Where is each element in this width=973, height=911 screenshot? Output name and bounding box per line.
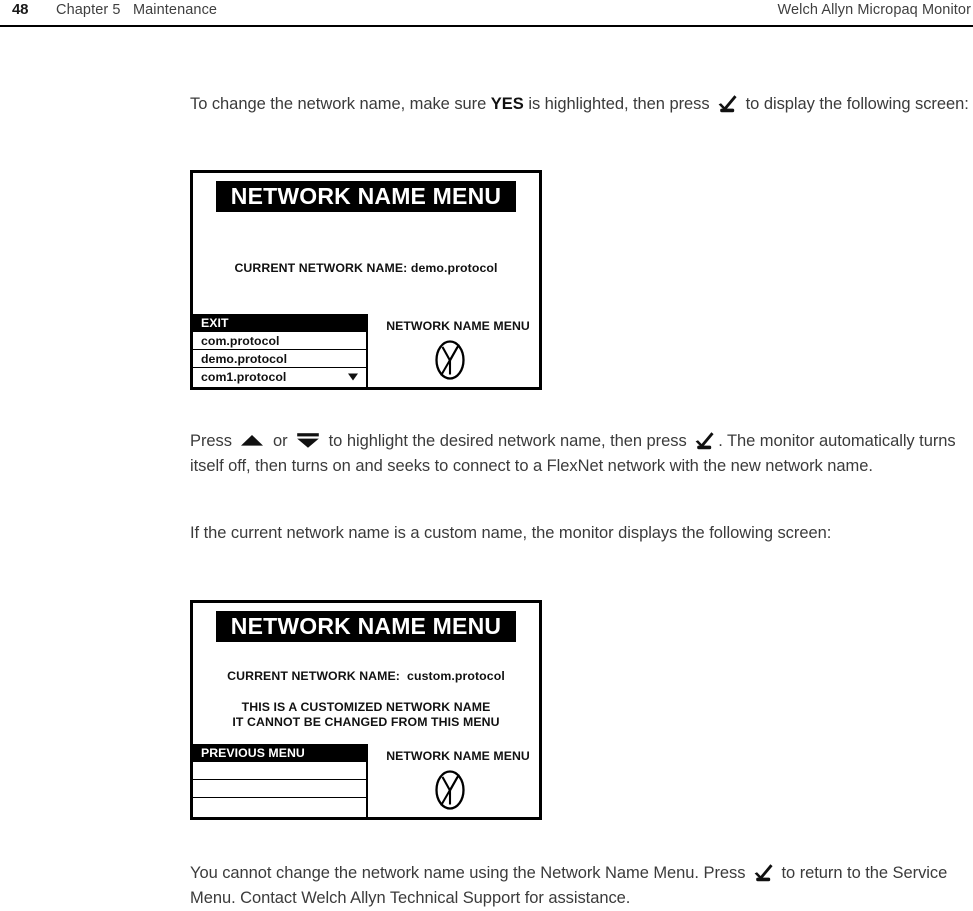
screen-1-right-panel-label: NETWORK NAME MENU <box>386 319 530 333</box>
screen-1-menu-item-com-protocol[interactable]: com.protocol <box>193 332 366 350</box>
paragraph-custom-name-intro: If the current network name is a custom … <box>190 524 832 542</box>
paragraph-1-text-c: to display the following screen: <box>741 95 969 113</box>
screen-1-menu-item-label: EXIT <box>201 315 229 330</box>
check-key-icon <box>694 431 715 450</box>
scroll-down-caret-icon[interactable] <box>348 373 358 381</box>
screen-2-menu-item-label: PREVIOUS MENU <box>201 745 305 760</box>
paragraph-1-text-a: To change the network name, make sure <box>190 95 491 113</box>
screen-2-menu-item-previous-menu[interactable]: PREVIOUS MENU <box>193 744 366 762</box>
paragraph-4-text-a: You cannot change the network name using… <box>190 864 750 882</box>
screen-2-menu-list: PREVIOUS MENU <box>193 744 366 817</box>
screen-2-note-line-2: IT CANNOT BE CHANGED FROM THIS MENU <box>232 715 500 729</box>
product-name-label: Welch Allyn Micropaq Monitor <box>777 2 971 18</box>
monitor-screen-2: NETWORK NAME MENU CURRENT NETWORK NAME: … <box>193 603 539 817</box>
paragraph-2-text-a: Press <box>190 432 237 450</box>
paragraph-2-text-b: or <box>268 432 293 450</box>
screen-1-menu-item-com1-protocol[interactable]: com1.protocol <box>193 368 366 386</box>
screen-1-panel-divider <box>366 314 368 387</box>
no-network-antenna-icon <box>433 769 467 811</box>
header-divider-rule <box>0 25 973 27</box>
screen-2-title-bar: NETWORK NAME MENU <box>216 611 516 642</box>
screen-1-current-network-name: CURRENT NETWORK NAME: demo.protocol <box>234 261 498 275</box>
monitor-screen-1: NETWORK NAME MENU CURRENT NETWORK NAME: … <box>193 173 539 387</box>
screen-1-menu-item-label: demo.protocol <box>201 351 288 366</box>
figure-network-name-menu-screen: NETWORK NAME MENU CURRENT NETWORK NAME: … <box>190 170 542 390</box>
down-arrow-key-icon <box>295 432 321 449</box>
check-key-icon <box>717 94 738 113</box>
figure-custom-network-name-screen: NETWORK NAME MENU CURRENT NETWORK NAME: … <box>190 600 542 820</box>
screen-2-right-panel-label: NETWORK NAME MENU <box>386 749 530 763</box>
paragraph-change-network-name: To change the network name, make sure YE… <box>190 92 973 117</box>
screen-1-menu-item-demo-protocol[interactable]: demo.protocol <box>193 350 366 368</box>
screen-2-panel-divider <box>366 744 368 817</box>
screen-1-menu-item-label: com1.protocol <box>201 370 287 384</box>
paragraph-1-text-b: is highlighted, then press <box>523 95 715 113</box>
screen-1-menu-list: EXIT com.protocol demo.protocol com1.pro… <box>193 314 366 387</box>
paragraph-2-text-c: to highlight the desired network name, t… <box>324 432 692 450</box>
no-network-antenna-icon <box>433 339 467 381</box>
screen-2-menu-item-empty-3[interactable] <box>193 798 366 816</box>
up-arrow-key-icon <box>239 432 265 449</box>
yes-emphasis: YES <box>490 95 524 113</box>
paragraph-highlight-network-name: Press or to highlight the desired networ… <box>190 429 973 479</box>
screen-1-title-bar: NETWORK NAME MENU <box>216 181 516 212</box>
screen-2-menu-item-empty-1[interactable] <box>193 762 366 780</box>
paragraph-cannot-change-note: You cannot change the network name using… <box>190 861 973 911</box>
check-key-icon <box>753 863 774 882</box>
screen-2-menu-item-empty-2[interactable] <box>193 780 366 798</box>
screen-2-note-line-1: THIS IS A CUSTOMIZED NETWORK NAME <box>241 700 491 714</box>
screen-1-menu-item-label: com.protocol <box>201 333 280 348</box>
page-number: 48 <box>12 1 29 18</box>
chapter-label: Chapter 5 Maintenance <box>56 2 218 18</box>
screen-1-menu-item-exit[interactable]: EXIT <box>193 314 366 332</box>
screen-2-current-network-name: CURRENT NETWORK NAME: custom.protocol <box>227 669 505 683</box>
page-header: 48 Chapter 5 Maintenance Welch Allyn Mic… <box>0 0 973 26</box>
